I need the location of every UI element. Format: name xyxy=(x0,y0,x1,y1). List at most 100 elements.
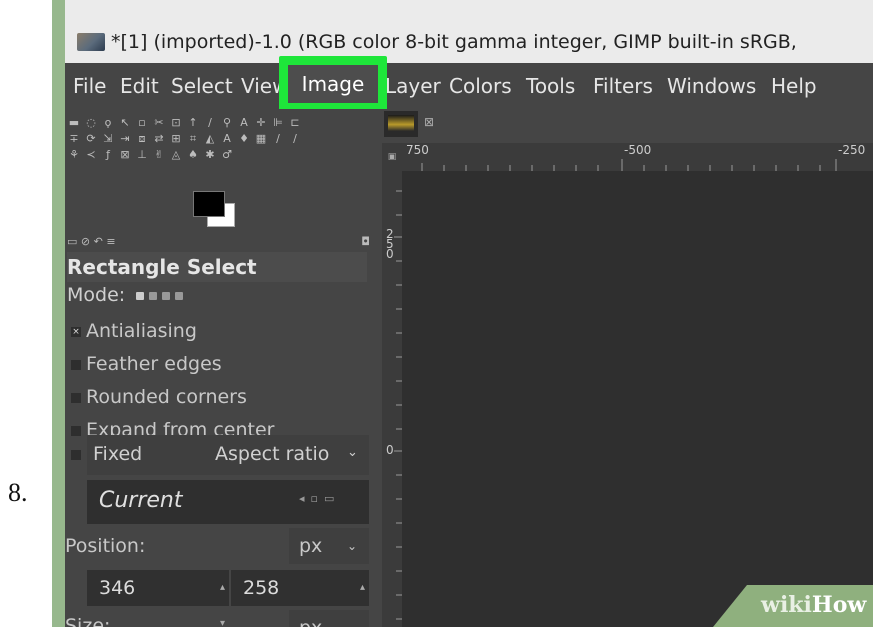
chevron-down-icon[interactable]: ⌄ xyxy=(347,528,357,564)
position-y-input[interactable]: 258 ▴▾ xyxy=(231,570,369,627)
crop-tool-icon[interactable]: ⊏ xyxy=(288,117,302,129)
blur-icon[interactable]: ◬ xyxy=(169,149,183,161)
gradient-icon[interactable]: ▦ xyxy=(254,133,268,145)
spin-arrows-icon[interactable]: ▴▾ xyxy=(220,570,225,627)
chevron-down-icon[interactable]: ⌄ xyxy=(347,445,358,460)
ruler-mark: -500 xyxy=(624,143,652,157)
free-select-icon[interactable]: ϙ xyxy=(101,117,115,129)
ruler-mark: -250 xyxy=(838,143,866,157)
dock-menu-icon[interactable]: ◘ xyxy=(361,235,370,248)
foreground-color-swatch[interactable] xyxy=(193,191,225,217)
clone-icon[interactable]: ⊠ xyxy=(118,149,132,161)
menu-edit[interactable]: Edit xyxy=(120,63,159,109)
bucket-fill-icon[interactable]: ◭ xyxy=(203,133,217,145)
menu-file[interactable]: File xyxy=(73,63,106,109)
image-window: ⊠ ▣ 750 -500 -250 250 0 xyxy=(382,109,873,627)
position-y-value[interactable]: 258 xyxy=(243,570,279,606)
mode-replace-icon[interactable] xyxy=(136,292,144,300)
menu-image[interactable]: Image xyxy=(288,65,378,103)
color-swatches[interactable] xyxy=(193,191,239,227)
position-unit-select[interactable]: px ⌄ xyxy=(289,528,369,564)
position-x-input[interactable]: 346 ▴ ▾ xyxy=(87,570,229,627)
brush-icon[interactable]: ∕ xyxy=(288,133,302,145)
text-icon[interactable]: A xyxy=(220,133,234,145)
transform-icon[interactable]: ∓ xyxy=(67,133,81,145)
mode-intersect-icon[interactable] xyxy=(175,292,183,300)
mode-label: Mode: xyxy=(67,284,126,306)
wikihow-logo: wikiHow xyxy=(761,592,867,618)
horizontal-ruler[interactable]: 750 -500 -250 xyxy=(402,143,873,171)
window-edge xyxy=(52,0,65,627)
rounded-corners-label: Rounded corners xyxy=(86,386,247,408)
align-icon[interactable]: ⊫ xyxy=(271,117,285,129)
menu-select[interactable]: Select xyxy=(171,63,233,109)
scale-icon[interactable]: ⇲ xyxy=(101,133,115,145)
gimp-window: *[1] (imported)-1.0 (RGB color 8-bit gam… xyxy=(52,0,873,627)
zoom-icon[interactable]: ⚲ xyxy=(220,117,234,129)
menu-tools[interactable]: Tools xyxy=(526,63,575,109)
measure-icon[interactable]: A xyxy=(237,117,251,129)
antialiasing-option[interactable]: × Antialiasing xyxy=(65,315,197,347)
ink-icon[interactable]: ƒ xyxy=(101,149,115,161)
image-thumbnail xyxy=(388,115,414,131)
shear-icon[interactable]: ⇥ xyxy=(118,133,132,145)
paths-icon[interactable]: ↑ xyxy=(186,117,200,129)
airbrush-icon[interactable]: ≺ xyxy=(84,149,98,161)
ruler-corner[interactable]: ▣ xyxy=(382,143,402,171)
warp-icon[interactable]: ⌗ xyxy=(186,133,200,145)
color-icon[interactable]: ♂ xyxy=(220,149,234,161)
chevron-down-icon[interactable]: ⌄ xyxy=(347,610,357,627)
flip-icon[interactable]: ⇄ xyxy=(152,133,166,145)
fixed-checkbox[interactable] xyxy=(71,450,81,460)
menu-colors[interactable]: Colors xyxy=(449,63,512,109)
fuzzy-select-icon[interactable]: ▫ xyxy=(135,117,149,129)
position-x-value[interactable]: 346 xyxy=(99,570,135,606)
ruler-mark: 0 xyxy=(386,443,394,457)
current-value[interactable]: Current xyxy=(99,488,183,513)
paint-icon[interactable]: ♦ xyxy=(237,133,251,145)
menu-windows[interactable]: Windows xyxy=(667,63,756,109)
rounded-corners-option[interactable]: Rounded corners xyxy=(65,381,247,413)
toolbox-panel: ▬ ◌ ϙ ↖ ▫ ✂ ⊡ ↑ ∕ ⚲ A ✛ ⊫ ⊏ ∓ ⟳ ⇲ ⇥ ⧈ ⇄ … xyxy=(65,109,382,627)
color-picker-icon[interactable]: ∕ xyxy=(203,117,217,129)
perspective-icon[interactable]: ⧈ xyxy=(135,133,149,145)
dodge-icon[interactable]: ♠ xyxy=(186,149,200,161)
mode-subtract-icon[interactable] xyxy=(162,292,170,300)
menu-help[interactable]: Help xyxy=(771,63,817,109)
feather-edges-checkbox[interactable] xyxy=(71,359,81,370)
feather-edges-option[interactable]: Feather edges xyxy=(65,348,222,380)
ellipse-select-icon[interactable]: ◌ xyxy=(84,117,98,129)
cage-icon[interactable]: ⊞ xyxy=(169,133,183,145)
image-tab[interactable] xyxy=(384,111,418,137)
position-label: Position: xyxy=(65,535,146,557)
step-number: 8. xyxy=(8,478,28,507)
rounded-corners-checkbox[interactable] xyxy=(71,392,81,403)
foreground-select-icon[interactable]: ⊡ xyxy=(169,117,183,129)
close-icon[interactable]: ⊠ xyxy=(424,115,434,129)
vertical-ruler[interactable]: 250 0 xyxy=(382,171,402,627)
scissors-icon[interactable]: ↖ xyxy=(118,117,132,129)
menu-layer[interactable]: Layer xyxy=(385,63,447,109)
fixed-ratio-row: Fixed Aspect ratio ⌄ xyxy=(87,435,369,475)
orientation-icons[interactable]: ◂▫▭ xyxy=(299,492,340,505)
menu-filters[interactable]: Filters xyxy=(593,63,653,109)
expand-from-center-checkbox[interactable] xyxy=(71,425,81,436)
eraser-icon[interactable]: ⚘ xyxy=(67,149,81,161)
crop-icon[interactable]: ✂ xyxy=(152,117,166,129)
pencil-icon[interactable]: ∕ xyxy=(271,133,285,145)
fixed-mode-select[interactable]: Aspect ratio xyxy=(215,443,329,465)
size-unit-select[interactable]: px ⌄ xyxy=(289,610,369,627)
rotate-icon[interactable]: ⟳ xyxy=(84,133,98,145)
move-icon[interactable]: ✛ xyxy=(254,117,268,129)
rect-select-icon[interactable]: ▬ xyxy=(67,117,81,129)
size-label: Size: xyxy=(65,615,111,627)
dock-tab-icons[interactable]: ▭ ⊘ ↶ ≡ xyxy=(67,235,116,248)
window-title: *[1] (imported)-1.0 (RGB color 8-bit gam… xyxy=(111,31,797,53)
canvas-view[interactable] xyxy=(402,171,873,627)
smudge-icon[interactable]: ✌ xyxy=(152,149,166,161)
antialiasing-checkbox[interactable]: × xyxy=(71,326,81,337)
mode-add-icon[interactable] xyxy=(149,292,157,300)
heal-icon[interactable]: ⊥ xyxy=(135,149,149,161)
aspect-current-field[interactable]: Current ◂▫▭ xyxy=(87,480,369,524)
mypaint-icon[interactable]: ✱ xyxy=(203,149,217,161)
